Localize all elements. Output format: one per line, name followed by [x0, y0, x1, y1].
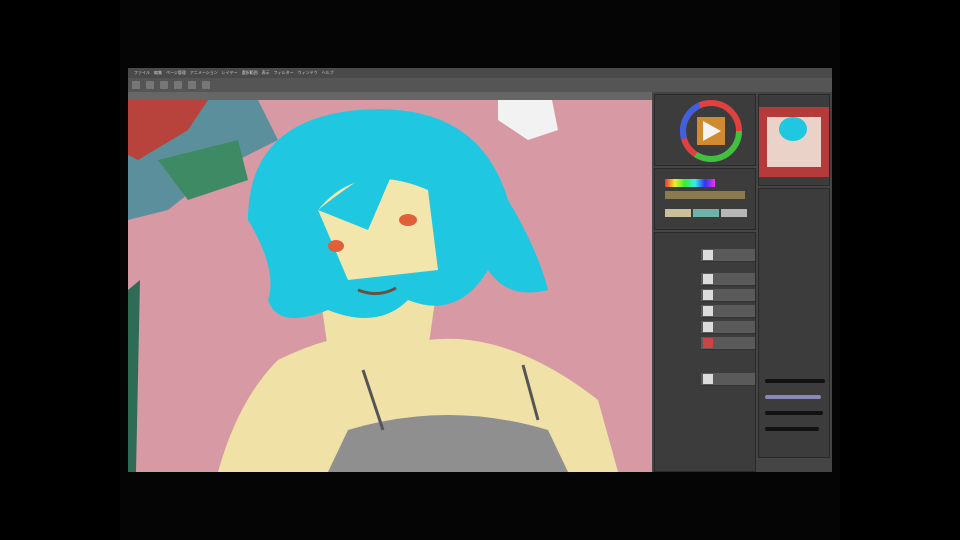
layer-row[interactable]	[701, 305, 755, 318]
brush-preset[interactable]	[765, 427, 819, 431]
layer-row[interactable]	[701, 337, 755, 350]
menu-item-page[interactable]: ページ管理	[166, 68, 186, 78]
brush-preset[interactable]	[765, 379, 825, 383]
menu-item-layer[interactable]: レイヤー	[222, 68, 238, 78]
hue-slider[interactable]	[665, 179, 715, 187]
canvas-ruler	[128, 92, 652, 100]
color-slider-panel	[654, 168, 756, 230]
brush-preset[interactable]	[765, 411, 823, 415]
command-bar	[128, 78, 832, 92]
paint-app-window: ファイル 編集 ページ管理 アニメーション レイヤー 選択範囲 表示 フィルター…	[128, 68, 832, 472]
drawing-canvas[interactable]	[128, 100, 652, 472]
navigator-thumbnail[interactable]	[759, 95, 829, 183]
menu-bar: ファイル 編集 ページ管理 アニメーション レイヤー 選択範囲 表示 フィルター…	[128, 68, 832, 78]
new-icon[interactable]	[132, 81, 140, 89]
color-wheel-panel	[654, 94, 756, 166]
color-wheel[interactable]	[655, 95, 755, 165]
redo-icon[interactable]	[188, 81, 196, 89]
settings-icon[interactable]	[202, 81, 210, 89]
swatch-teal[interactable]	[693, 209, 719, 217]
menu-item-selection[interactable]: 選択範囲	[242, 68, 258, 78]
layer-row[interactable]	[701, 273, 755, 286]
menu-item-help[interactable]: ヘルプ	[322, 68, 334, 78]
artwork	[128, 100, 652, 472]
tool-property-panel	[758, 188, 830, 458]
swatch-gray[interactable]	[721, 209, 747, 217]
menu-item-animation[interactable]: アニメーション	[190, 68, 218, 78]
undo-icon[interactable]	[174, 81, 182, 89]
layer-row[interactable]	[701, 321, 755, 334]
save-icon[interactable]	[160, 81, 168, 89]
swatch-cream[interactable]	[665, 209, 691, 217]
swatch-ochre[interactable]	[665, 191, 745, 199]
menu-item-filter[interactable]: フィルター	[274, 68, 294, 78]
menu-item-file[interactable]: ファイル	[134, 68, 150, 78]
layer-row[interactable]	[701, 289, 755, 302]
menu-item-view[interactable]: 表示	[262, 68, 270, 78]
layer-panel	[654, 232, 756, 472]
open-icon[interactable]	[146, 81, 154, 89]
brush-preset-selected[interactable]	[765, 395, 821, 399]
navigator-panel	[758, 94, 830, 186]
layer-row[interactable]	[701, 249, 755, 262]
right-panels	[652, 92, 832, 472]
layer-row[interactable]	[701, 373, 755, 386]
menu-item-edit[interactable]: 編集	[154, 68, 162, 78]
menu-item-window[interactable]: ウィンドウ	[298, 68, 318, 78]
